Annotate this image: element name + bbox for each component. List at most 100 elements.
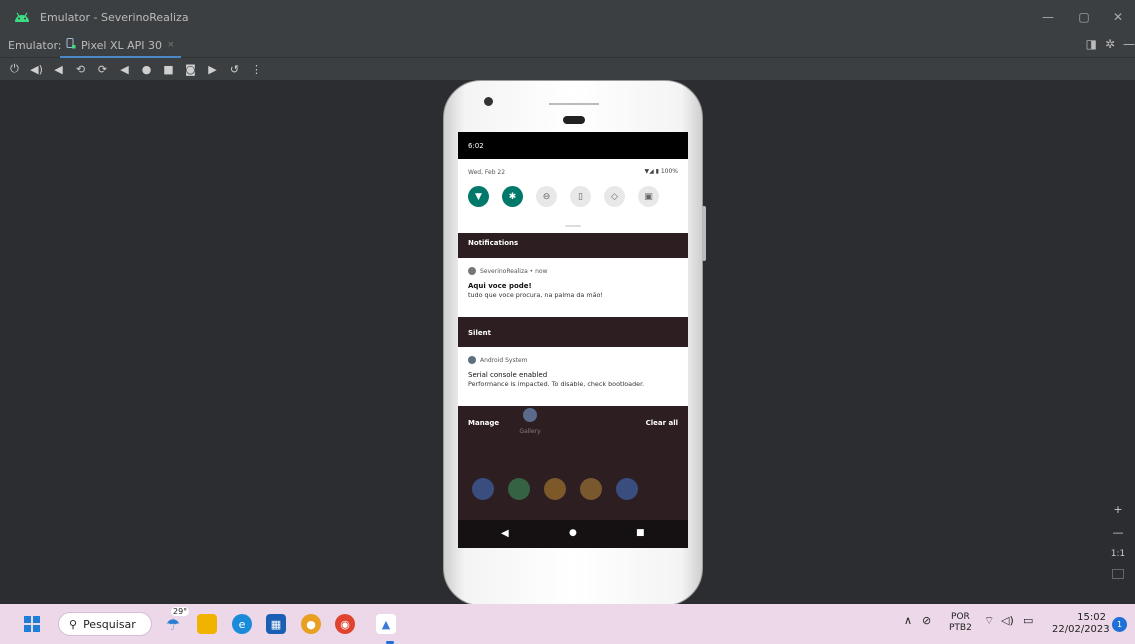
zoom-fit-icon[interactable] <box>1112 569 1124 579</box>
taskbar-clock[interactable]: 15:02 22/02/2023 <box>1052 612 1110 636</box>
maximize-button[interactable]: ▢ <box>1067 0 1101 34</box>
android-studio-icon[interactable]: ▲ <box>376 614 396 634</box>
edge-icon[interactable]: e <box>232 614 252 634</box>
status-bar: 6:02 <box>458 132 688 159</box>
nav-home-button[interactable]: ● <box>569 528 577 538</box>
bluetooth-tile-icon[interactable]: ✱ <box>502 186 523 207</box>
rotate-right-icon[interactable]: ⟳ <box>96 63 109 76</box>
more-icon[interactable]: ⋮ <box>250 63 263 76</box>
zoom-controls: + — 1:1 <box>1106 503 1130 579</box>
notification-badge[interactable]: 1 <box>1112 617 1127 632</box>
notification-severinorealiza[interactable]: SeverinoRealiza • now Aqui voce pode! tu… <box>458 258 688 317</box>
lang-top: POR <box>951 612 970 622</box>
quick-settings-panel[interactable]: Wed, Feb 22 ▼◢ ▮ 100% ▼ ✱ ⊖ ▯ ◇ ▣ <box>458 159 688 233</box>
window-title: Emulator - SeverinoRealiza <box>40 10 189 24</box>
home-icon[interactable]: ● <box>140 63 153 76</box>
app-icon-paint[interactable]: ◉ <box>335 614 355 634</box>
no-cloud-icon[interactable]: ⊘ <box>922 614 931 627</box>
screenrecord-icon[interactable]: ▶ <box>206 63 219 76</box>
back-icon[interactable]: ◀ <box>118 63 131 76</box>
emulator-label: Emulator: <box>8 39 62 52</box>
tab-bar: Emulator: Pixel XL API 30 × ◨ ✲ — <box>0 34 1135 58</box>
battery-saver-tile-icon[interactable]: ▣ <box>638 186 659 207</box>
camera-app-icon[interactable] <box>616 478 638 500</box>
rotate-left-icon[interactable]: ⟲ <box>74 63 87 76</box>
layout-icon[interactable]: ◨ <box>1086 37 1097 51</box>
app-icon <box>468 267 476 275</box>
qs-status: ▼◢ ▮ 100% <box>644 168 679 175</box>
phone-app-icon[interactable] <box>472 478 494 500</box>
screenshot-icon[interactable]: ◙ <box>184 63 197 76</box>
flashlight-tile-icon[interactable]: ▯ <box>570 186 591 207</box>
notif-app-name: SeverinoRealiza • now <box>480 267 548 275</box>
hide-panel-icon[interactable]: — <box>1123 37 1135 51</box>
taskbar-search[interactable]: ⚲ Pesquisar <box>58 612 152 636</box>
messages-app-icon[interactable] <box>508 478 530 500</box>
zoom-in-button[interactable]: + <box>1113 503 1122 516</box>
wifi-tile-icon[interactable]: ▼ <box>468 186 489 207</box>
emulator-toolbar: ⏻ ◀) ◀ ⟲ ⟳ ◀ ● ■ ◙ ▶ ↺ ⋮ <box>0 58 1135 80</box>
power-icon[interactable]: ⏻ <box>8 62 21 76</box>
language-indicator[interactable]: POR PTB2 <box>949 612 972 634</box>
gallery-icon <box>523 408 537 422</box>
notifications-header: Notifications <box>468 239 519 247</box>
sensor-line <box>549 103 599 105</box>
power-side-button[interactable] <box>702 206 706 261</box>
gallery-label: Gallery <box>519 428 541 435</box>
home-dock <box>472 478 638 500</box>
android-nav-bar: ◀ ● ■ <box>458 520 688 548</box>
tab-pixel-xl[interactable]: Pixel XL API 30 × <box>60 34 181 58</box>
tray-overflow-icon[interactable]: ∧ <box>904 614 912 627</box>
file-explorer-icon[interactable] <box>197 614 217 634</box>
notif-title: Aqui voce pode! <box>468 282 532 290</box>
lang-bottom: PTB2 <box>949 623 972 633</box>
notif-title: Serial console enabled <box>468 371 548 379</box>
gallery-shortcut[interactable]: Gallery <box>515 408 545 435</box>
manage-button[interactable]: Manage <box>468 419 499 427</box>
status-time: 6:02 <box>468 142 484 150</box>
volume-up-icon[interactable]: ◀) <box>30 63 43 76</box>
android-system-icon <box>468 356 476 364</box>
autorotate-tile-icon[interactable]: ◇ <box>604 186 625 207</box>
tab-close-icon[interactable]: × <box>167 40 175 50</box>
minimize-button[interactable]: — <box>1031 0 1065 34</box>
nav-recents-button[interactable]: ■ <box>636 528 645 538</box>
earpiece-speaker <box>563 116 585 124</box>
search-label: Pesquisar <box>83 617 136 631</box>
close-button[interactable]: ✕ <box>1101 0 1135 34</box>
store-icon[interactable]: ▦ <box>266 614 286 634</box>
windows-start-icon[interactable] <box>24 616 40 632</box>
play-store-app-icon[interactable] <box>580 478 602 500</box>
title-bar: Emulator - SeverinoRealiza — ▢ ✕ <box>0 0 1135 34</box>
nav-back-button[interactable]: ◀ <box>501 528 509 539</box>
zoom-actual-size-button[interactable]: 1:1 <box>1111 549 1125 559</box>
front-camera-icon <box>484 97 493 106</box>
overview-icon[interactable]: ■ <box>162 63 175 76</box>
wifi-icon[interactable]: ⌔ <box>984 614 994 628</box>
qs-drag-handle[interactable] <box>565 225 581 227</box>
notification-android-system[interactable]: Android System Serial console enabled Pe… <box>458 347 688 406</box>
volume-icon[interactable]: ◁) <box>1001 614 1014 627</box>
snapshot-icon[interactable]: ↺ <box>228 63 241 76</box>
device-icon <box>66 38 76 52</box>
battery-icon[interactable]: ▭ <box>1023 614 1033 627</box>
android-logo-icon <box>14 9 30 25</box>
qs-date: Wed, Feb 22 <box>468 169 506 176</box>
volume-down-icon[interactable]: ◀ <box>52 63 65 76</box>
chrome-icon[interactable]: ● <box>301 614 321 634</box>
dnd-tile-icon[interactable]: ⊖ <box>536 186 557 207</box>
weather-temp: 29° <box>171 607 190 616</box>
device-screen[interactable]: 6:02 Wed, Feb 22 ▼◢ ▮ 100% ▼ ✱ ⊖ ▯ ◇ ▣ N… <box>458 132 688 548</box>
clock-time: 15:02 <box>1077 612 1106 623</box>
gear-icon[interactable]: ✲ <box>1105 37 1115 51</box>
emulator-window: Emulator - SeverinoRealiza — ▢ ✕ Emulato… <box>0 0 1135 644</box>
windows-taskbar: ⚲ Pesquisar ☂ 29° e ▦ ● ◉ ▲ ∧ ⊘ POR PTB2… <box>0 604 1135 644</box>
clear-all-button[interactable]: Clear all <box>646 419 678 427</box>
weather-icon[interactable]: ☂ <box>163 614 183 634</box>
search-icon: ⚲ <box>69 617 78 631</box>
chrome-app-icon[interactable] <box>544 478 566 500</box>
clock-date: 22/02/2023 <box>1052 624 1110 635</box>
tab-label: Pixel XL API 30 <box>81 38 162 52</box>
notif-body: Performance is impacted. To disable, che… <box>468 380 645 388</box>
zoom-out-button[interactable]: — <box>1113 526 1124 539</box>
